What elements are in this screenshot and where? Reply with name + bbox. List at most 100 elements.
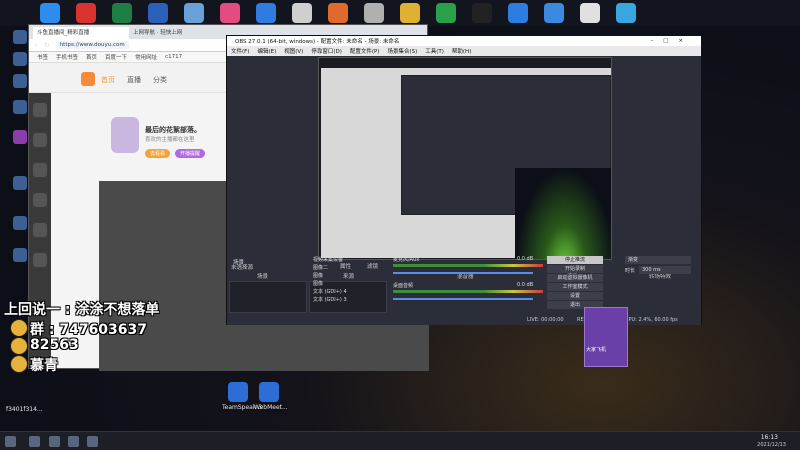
browser-tab-active[interactable]: 斗鱼直播间_精彩直播 (33, 27, 129, 39)
menu-item[interactable]: 帮助(H) (452, 47, 471, 55)
menu-item[interactable]: 文件(F) (231, 47, 249, 55)
source-item[interactable]: 图像二 (313, 264, 328, 271)
menu-item[interactable]: 工具(T) (425, 47, 444, 55)
nav-category[interactable]: 分类 (153, 75, 167, 85)
image-icon[interactable] (184, 3, 204, 23)
webmeet-icon[interactable] (259, 382, 279, 402)
start-icon[interactable] (5, 436, 16, 447)
promo-subtitle: 喜欢的主播都在这里 (145, 137, 195, 143)
desktop-app-icon[interactable] (13, 130, 27, 144)
menu-item[interactable]: 配置文件(P) (350, 47, 380, 55)
desktop-app-icon[interactable] (13, 52, 27, 66)
site-logo-icon[interactable] (81, 72, 95, 86)
stop-streaming-button[interactable]: 停止推流 (547, 256, 603, 264)
bookmark-item[interactable]: 百度一下 (105, 53, 127, 61)
search-icon[interactable] (29, 436, 40, 447)
desktop-app-icon[interactable] (13, 74, 27, 88)
bookmark-item[interactable]: 常用网址 (135, 53, 157, 61)
desktop-app-icon[interactable] (13, 100, 27, 114)
mixer-channel-label: 桌面音频 (393, 283, 414, 289)
clock-time[interactable]: 16:13 (761, 434, 778, 441)
duration-input[interactable]: 300 ms (639, 266, 691, 274)
clock-date[interactable]: 2021/12/13 (757, 442, 786, 448)
mountain-icon[interactable] (544, 3, 564, 23)
sidebar-item[interactable] (33, 253, 47, 267)
menu-item[interactable]: 停靠窗口(D) (311, 47, 342, 55)
owl-icon[interactable] (400, 3, 420, 23)
media-icon[interactable] (328, 3, 348, 23)
app-icon[interactable] (68, 436, 79, 447)
back-icon[interactable]: ‹ (35, 41, 38, 49)
bird-icon[interactable] (616, 3, 636, 23)
game-icon[interactable] (364, 3, 384, 23)
sidebar-item[interactable] (33, 223, 47, 237)
sidebar-item[interactable] (33, 133, 47, 147)
promo-title: 最后的花絮部落。 (145, 126, 201, 134)
obs-icon[interactable] (87, 436, 98, 447)
excel-icon[interactable] (112, 3, 132, 23)
promo-button[interactable]: 去看看 (145, 149, 171, 158)
virtual-camera-button[interactable]: 启动虚拟摄像机 (547, 274, 603, 282)
start-recording-button[interactable]: 开始录制 (547, 265, 603, 273)
filters-button[interactable]: 滤镜 (367, 262, 378, 270)
source-item[interactable]: 文本 (GDI+) 3 (313, 296, 347, 303)
bookmark-item[interactable]: 首页 (86, 53, 97, 61)
promo-card: 最后的花絮部落。 喜欢的主播都在这里 去看看 开播提醒 (99, 111, 239, 171)
desktop-app-label: WebMeet... (254, 404, 288, 411)
overlay-line-1: 上回说一 : 涂涂不想落单 (4, 302, 160, 318)
address-bar[interactable]: https://www.douyu.com (55, 41, 129, 49)
properties-button[interactable]: 属性 (340, 262, 351, 270)
word-icon[interactable] (148, 3, 168, 23)
wechat-icon[interactable] (436, 3, 456, 23)
sidebar-item[interactable] (33, 163, 47, 177)
chrome-icon[interactable] (580, 3, 600, 23)
k-icon[interactable] (508, 3, 528, 23)
preview-canvas[interactable] (318, 57, 612, 260)
browser-icon[interactable] (40, 3, 60, 23)
desktop-app-icon[interactable] (13, 216, 27, 230)
window-controls[interactable]: –□× (650, 38, 701, 44)
source-item[interactable]: 图像 (313, 272, 323, 279)
menu-item[interactable]: 编辑(E) (257, 47, 276, 55)
obs-window: OBS 27.0.1 (64-bit, windows) - 配置文件: 未命名… (226, 35, 702, 325)
refresh-icon[interactable]: ↻ (44, 41, 50, 49)
duration-label: 时长 (625, 268, 636, 274)
settings-button[interactable]: 设置 (547, 292, 603, 300)
volume-fader[interactable] (393, 298, 533, 300)
source-item[interactable]: 文本 (GDI+) 4 (313, 288, 347, 295)
source-item[interactable]: 视频采集设备 (313, 256, 343, 263)
bookmark-item[interactable]: 书签 (37, 53, 48, 61)
mixer-db: 0.0 dB (517, 256, 534, 262)
pdf-icon[interactable] (76, 3, 96, 23)
promo-button[interactable]: 开播提醒 (175, 149, 206, 158)
sidebar-item[interactable] (33, 103, 47, 117)
bookmark-item[interactable]: c1717 (165, 54, 182, 60)
nav-home[interactable]: 首页 (101, 75, 115, 85)
live-timer: LIVE: 00:00:00 (527, 317, 564, 323)
desktop-app-icon[interactable] (13, 248, 27, 262)
nav-live[interactable]: 直播 (127, 75, 141, 85)
source-item[interactable]: 图像 (313, 280, 323, 287)
desktop-app-icon[interactable] (13, 176, 27, 190)
browser-icon[interactable] (49, 436, 60, 447)
robot-icon[interactable] (292, 3, 312, 23)
overlay-line-2: 群 : 747603637 (30, 322, 148, 338)
browser-tab[interactable]: 上网导航 · 轻快上网 (129, 27, 209, 39)
bookmark-item[interactable]: 手机书签 (56, 53, 78, 61)
scenes-dock (229, 281, 307, 313)
teamspeak-icon[interactable] (228, 382, 248, 402)
menu-item[interactable]: 场景集合(S) (387, 47, 417, 55)
sidebar-item[interactable] (33, 193, 47, 207)
qq-icon[interactable] (472, 3, 492, 23)
mascot-image (111, 117, 139, 153)
app-icon[interactable] (220, 3, 240, 23)
mixer-channel-label: 麦克风/Aux (393, 257, 420, 263)
scene-item[interactable]: 场景 (233, 258, 244, 266)
shield-icon[interactable] (256, 3, 276, 23)
menu-item[interactable]: 视图(V) (284, 47, 303, 55)
studio-mode-button[interactable]: 工作室模式 (547, 283, 603, 291)
transition-select[interactable]: 渐变 (625, 256, 691, 264)
audio-meter (393, 290, 543, 293)
volume-fader[interactable] (393, 272, 533, 274)
desktop-app-icon[interactable] (13, 30, 27, 44)
